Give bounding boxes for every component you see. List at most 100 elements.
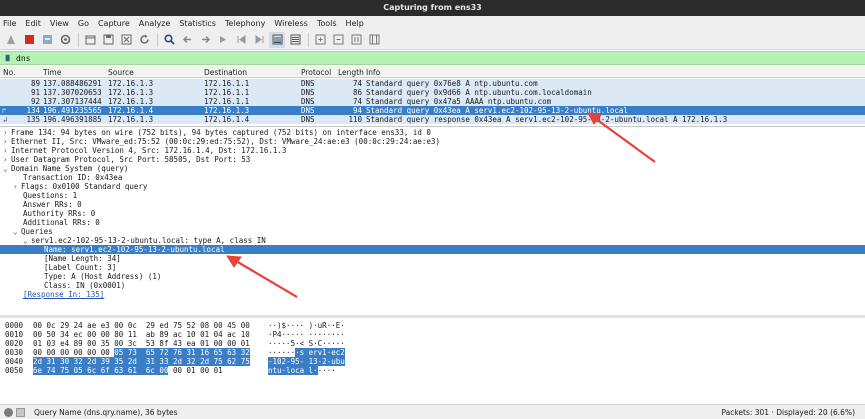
packet-length: 74 [352, 97, 362, 106]
bytes-hex[interactable]: 00 50 34 ec 00 00 80 11 ab 89 ac 10 01 0… [33, 330, 250, 339]
status-field-info: Query Name (dns.qry.name), 36 bytes [34, 408, 178, 417]
packet-source: 172.16.1.3 [108, 88, 154, 97]
menu-file[interactable]: File [3, 19, 16, 28]
tree-item-frame[interactable]: › Frame 134: 94 bytes on wire (752 bits),… [3, 128, 431, 137]
packet-row[interactable]: ↲ 135 196.496391885 172.16.1.3 172.16.1.… [0, 115, 865, 124]
menu-help[interactable]: Help [346, 19, 364, 28]
menu-go[interactable]: Go [78, 19, 89, 28]
packet-row[interactable]: 91 137.307020653 172.16.1.3 172.16.1.1 D… [0, 88, 865, 97]
display-filter-input[interactable] [16, 53, 716, 63]
collapse-arrow-icon[interactable]: ⌄ [13, 227, 21, 236]
options-gear-icon[interactable] [57, 32, 73, 48]
expand-arrow-icon[interactable]: › [3, 146, 11, 155]
bytes-hex[interactable]: 00 00 00 00 00 00 05 73 65 72 76 31 16 6… [33, 348, 250, 357]
autoscroll-icon[interactable] [269, 31, 285, 48]
column-header-time[interactable]: Time [43, 68, 61, 77]
bytes-hex[interactable]: 6e 74 75 05 6c 6f 63 61 6c 00 00 01 00 0… [33, 366, 223, 375]
bytes-ascii[interactable]: ··)$···· )·uR··E· [268, 321, 345, 330]
menu-bar: File Edit View Go Capture Analyze Statis… [0, 16, 865, 30]
tree-item-response-in[interactable]: [Response In: 135] [23, 290, 104, 299]
bytes-ascii[interactable]: ·P4····· ········ [268, 330, 345, 339]
expand-arrow-icon[interactable]: › [13, 182, 21, 191]
tree-item-transaction-id[interactable]: Transaction ID: 0x43ea [23, 173, 122, 182]
bytes-offset: 0020 [5, 339, 24, 348]
menu-view[interactable]: View [50, 19, 69, 28]
reload-icon[interactable] [136, 32, 152, 48]
tree-item-label: Flags: 0x0100 Standard query [21, 182, 148, 191]
tree-item-flags[interactable]: › Flags: 0x0100 Standard query [13, 182, 147, 191]
tree-item-ip[interactable]: › Internet Protocol Version 4, Src: 172.1… [3, 146, 286, 155]
bytes-hex[interactable]: 01 03 e4 89 00 35 00 3c 53 8f 43 ea 01 0… [33, 339, 250, 348]
response-in-link[interactable]: [Response In: 135] [23, 290, 104, 299]
expert-info-icon[interactable] [16, 408, 25, 417]
status-ready-icon[interactable] [4, 408, 13, 417]
tree-item-additional-rrs[interactable]: Additional RRs: 0 [23, 218, 100, 227]
tree-item-name-selected[interactable]: Name: serv1.ec2-102-95-13-2-ubuntu.local [0, 245, 865, 254]
bookmark-icon[interactable] [3, 53, 13, 63]
resize-columns-icon[interactable] [366, 32, 382, 48]
close-file-icon[interactable] [118, 32, 134, 48]
packet-time: 137.088486291 [43, 79, 102, 88]
back-arrow-icon[interactable] [179, 32, 195, 48]
colorize-icon[interactable] [287, 32, 303, 48]
stop-icon[interactable] [21, 32, 37, 48]
column-header-source[interactable]: Source [108, 68, 134, 77]
tree-item-name-length[interactable]: [Name Length: 34] [44, 254, 121, 263]
packet-row[interactable]: 92 137.307137444 172.16.1.3 172.16.1.1 D… [0, 97, 865, 106]
first-packet-icon[interactable] [233, 32, 249, 48]
bytes-hex[interactable]: 2d 31 30 32 2d 39 35 2d 31 33 2d 32 2d 7… [33, 357, 250, 366]
menu-capture[interactable]: Capture [98, 19, 130, 28]
tree-item-label: Answer RRs: 0 [23, 200, 82, 209]
save-icon[interactable] [100, 32, 116, 48]
tree-item-answer-rrs[interactable]: Answer RRs: 0 [23, 200, 82, 209]
menu-edit[interactable]: Edit [25, 19, 41, 28]
column-header-protocol[interactable]: Protocol [301, 68, 331, 77]
menu-statistics[interactable]: Statistics [179, 19, 216, 28]
bytes-ascii[interactable]: ·····5·< S·C····· [268, 339, 345, 348]
open-folder-icon[interactable] [82, 32, 98, 48]
packet-time: 196.491235565 [43, 106, 102, 115]
zoom-in-icon[interactable] [312, 32, 328, 48]
column-header-no[interactable]: No. [3, 68, 15, 77]
column-header-info[interactable]: Info [366, 68, 380, 77]
normal-size-icon[interactable] [348, 32, 364, 48]
tree-item-queries[interactable]: ⌄ Queries [13, 227, 53, 236]
packet-no: 134 [26, 106, 40, 115]
tree-item-type[interactable]: Type: A (Host Address) (1) [44, 272, 161, 281]
column-header-destination[interactable]: Destination [204, 68, 247, 77]
bytes-ascii[interactable]: -102-95- 13-2-ubu [268, 357, 345, 366]
bytes-ascii[interactable]: ·······s erv1·ec2 [268, 348, 345, 357]
packet-row[interactable]: 89 137.088486291 172.16.1.3 172.16.1.1 D… [0, 79, 865, 88]
goto-packet-icon[interactable] [215, 32, 231, 48]
tree-item-udp[interactable]: › User Datagram Protocol, Src Port: 58505… [3, 155, 250, 164]
packet-info: Standard query 0x47a5 AAAA ntp.ubuntu.co… [366, 97, 552, 106]
tree-item-authority-rrs[interactable]: Authority RRs: 0 [23, 209, 95, 218]
packet-length: 86 [352, 88, 362, 97]
zoom-out-icon[interactable] [330, 32, 346, 48]
menu-tools[interactable]: Tools [317, 19, 337, 28]
forward-arrow-icon[interactable] [197, 32, 213, 48]
tree-item-class[interactable]: Class: IN (0x0001) [44, 281, 125, 290]
collapse-arrow-icon[interactable]: ⌄ [23, 236, 31, 245]
last-packet-icon[interactable] [251, 32, 267, 48]
menu-telephony[interactable]: Telephony [225, 19, 265, 28]
tree-item-ethernet[interactable]: › Ethernet II, Src: VMware_ed:75:52 (00:0… [3, 137, 440, 146]
shark-fin-icon[interactable] [3, 32, 19, 48]
tree-item-questions[interactable]: Questions: 1 [23, 191, 77, 200]
expand-arrow-icon[interactable]: › [3, 137, 11, 146]
search-icon[interactable] [161, 32, 177, 48]
expand-arrow-icon[interactable]: › [3, 155, 11, 164]
expand-arrow-icon[interactable]: › [3, 128, 11, 137]
bytes-hex[interactable]: 00 0c 29 24 ae e3 00 0c 29 ed 75 52 08 0… [33, 321, 250, 330]
restart-icon[interactable] [39, 32, 55, 48]
collapse-arrow-icon[interactable]: ⌄ [3, 164, 11, 173]
bytes-ascii[interactable]: ntu·loca l····· [268, 366, 336, 375]
packet-row-selected[interactable]: ↱ 134 196.491235565 172.16.1.4 172.16.1.… [0, 106, 865, 115]
tree-item-query[interactable]: ⌄ serv1.ec2-102-95-13-2-ubuntu.local: typ… [23, 236, 266, 245]
tree-item-label-count[interactable]: [Label Count: 3] [44, 263, 116, 272]
packet-info: Standard query 0x43ea A serv1.ec2-102-95… [366, 106, 628, 115]
tree-item-dns[interactable]: ⌄ Domain Name System (query) [3, 164, 128, 173]
menu-wireless[interactable]: Wireless [274, 19, 307, 28]
column-header-length[interactable]: Length [338, 68, 364, 77]
menu-analyze[interactable]: Analyze [139, 19, 171, 28]
